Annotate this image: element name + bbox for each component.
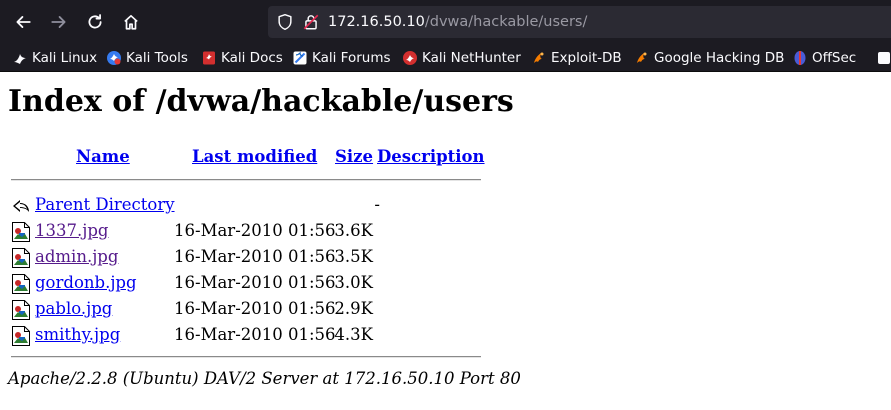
bookmark-label: Exploit-DB [551,50,622,66]
file-link[interactable]: gordonb.jpg [35,273,137,292]
browser-toolbar: 172.16.50.10/dvwa/hackable/users/ [0,0,891,44]
bookmark-label: Google Hacking DB [654,50,785,66]
arrow-left-icon [16,16,31,28]
reload-button[interactable] [81,8,109,36]
image-file-icon [12,326,30,346]
bookmark-label: Kali Docs [221,50,283,66]
bookmarks-overflow[interactable] [876,49,891,67]
column-description-sort-link[interactable]: Description [377,147,485,166]
insecure-lock-icon[interactable] [302,13,320,31]
file-row: 1337.jpg 16-Mar-2010 01:56 3.6K [8,219,488,243]
bookmarks-bar: Kali Linux Kali Tools Kali Docs Kali For… [0,44,891,72]
file-modified: 16-Mar-2010 01:56 [174,247,336,266]
bookmark-label: Kali Tools [126,50,188,66]
file-row: pablo.jpg 16-Mar-2010 01:56 2.9K [8,297,488,321]
file-row: admin.jpg 16-Mar-2010 01:56 3.5K [8,245,488,269]
kali-docs-icon [203,51,215,65]
file-modified: 16-Mar-2010 01:56 [174,299,336,318]
file-size: 3.6K [334,221,373,240]
url-host: 172.16.50.10 [328,14,425,30]
file-size: 4.3K [334,325,373,344]
parent-directory-row: Parent Directory - [8,193,488,217]
exploit-db-icon [534,52,544,63]
arrow-right-icon [51,16,66,28]
kali-forums-icon [293,51,307,65]
home-button[interactable] [117,8,145,36]
file-modified: 16-Mar-2010 01:56 [174,221,336,240]
server-signature: Apache/2.2.8 (Ubuntu) DAV/2 Server at 17… [8,369,521,388]
file-size: 3.5K [334,247,373,266]
ghdb-icon [637,52,647,63]
bookmark-kali-tools[interactable]: Kali Tools [106,49,188,67]
file-row: smithy.jpg 16-Mar-2010 01:56 4.3K [8,323,488,347]
back-button[interactable] [9,8,37,36]
file-size: 3.0K [334,273,373,292]
file-link[interactable]: admin.jpg [35,247,118,266]
image-file-icon [12,248,30,268]
page-title: Index of /dvwa/hackable/users [8,84,514,119]
address-bar[interactable]: 172.16.50.10/dvwa/hackable/users/ [268,6,891,38]
image-file-icon [12,222,30,242]
bookmark-label: OffSec [812,50,857,66]
bookmark-kali-forums[interactable]: Kali Forums [292,49,391,67]
forward-button[interactable] [45,8,73,36]
footer-divider [11,356,481,358]
column-last-modified-sort-link[interactable]: Last modified [192,147,317,166]
bookmark-label: Kali NetHunter [422,50,521,66]
header-divider [11,179,481,181]
home-icon [124,14,138,30]
column-size-sort-link[interactable]: Size [335,147,373,166]
shield-icon[interactable] [276,13,294,31]
file-link[interactable]: pablo.jpg [35,299,112,318]
bookmark-label: Kali Forums [312,50,391,66]
image-file-icon [12,300,30,320]
parent-directory-link[interactable]: Parent Directory [35,195,175,214]
url-text[interactable]: 172.16.50.10/dvwa/hackable/users/ [328,13,587,31]
kali-tools-icon [107,51,121,65]
column-name-sort-link[interactable]: Name [76,147,130,166]
image-file-icon [12,274,30,294]
back-folder-icon [13,200,29,212]
bookmark-kali-docs[interactable]: Kali Docs [201,49,283,67]
file-modified: 16-Mar-2010 01:56 [174,325,336,344]
reload-icon [88,14,102,29]
url-path: /dvwa/hackable/users/ [424,14,588,30]
file-link[interactable]: 1337.jpg [35,221,108,240]
bookmark-offsec[interactable]: OffSec [792,49,856,67]
file-modified: 16-Mar-2010 01:56 [174,273,336,292]
file-size: - [374,195,380,214]
bookmark-kali-linux[interactable]: Kali Linux [12,49,97,67]
offsec-icon [794,51,806,65]
bookmark-overflow-icon [878,52,890,64]
bookmark-google-hacking-db[interactable]: Google Hacking DB [634,49,784,67]
bookmark-kali-nethunter[interactable]: Kali NetHunter [402,49,521,67]
file-size: 2.9K [334,299,373,318]
file-link[interactable]: smithy.jpg [35,325,120,344]
page-content: Index of /dvwa/hackable/users Name Last … [8,72,891,410]
file-row: gordonb.jpg 16-Mar-2010 01:56 3.0K [8,271,488,295]
bookmark-label: Kali Linux [32,50,98,66]
nethunter-icon [403,51,417,65]
bookmark-exploit-db[interactable]: Exploit-DB [531,49,622,67]
kali-dragon-icon [14,54,26,64]
